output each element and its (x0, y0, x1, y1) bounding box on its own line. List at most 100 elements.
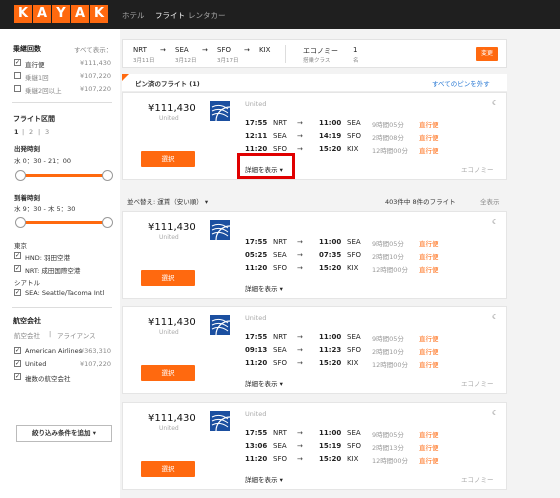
logo-letter: K (90, 5, 108, 23)
arrival-min-handle[interactable] (15, 217, 26, 228)
leg-origin-code: NRT (133, 46, 147, 54)
cabin-label: エコノミー (461, 380, 494, 388)
departure-time: 11:20 (245, 359, 268, 367)
origin-airport: SFO (273, 455, 287, 463)
arrow-right-icon: → (297, 145, 303, 153)
arrival-max-handle[interactable] (102, 217, 113, 228)
duration: 9時間05分 (372, 335, 404, 343)
departure-slider[interactable] (20, 174, 108, 177)
arrival-time: 11:23 (319, 346, 342, 354)
arrival-time: 15:19 (319, 442, 342, 450)
show-details-link[interactable]: 詳細を表示 ▾ (245, 283, 283, 293)
carrier-name: United (245, 100, 267, 108)
duration: 12時間00分 (372, 266, 409, 274)
seattle-title: シアトル (14, 279, 40, 287)
carrier-name: United (245, 410, 267, 418)
arrow-right-icon: → (297, 264, 303, 272)
logo-letter: A (71, 5, 89, 23)
leg-2-code: SEA (175, 46, 189, 54)
departure-time: 12:11 (245, 132, 268, 140)
result-card[interactable]: ¥111,430 United 選択 United ☾ 17:55 NRT → 11:00 SEA… (122, 402, 507, 490)
result-card[interactable]: ¥111,430 United 選択 ☾ 17:55 NRT → 11:00 SEA 9時間05分… (122, 211, 507, 299)
passenger-count: 1 (353, 46, 358, 54)
tokyo-title: 東京 (14, 242, 27, 250)
origin-airport: SFO (273, 264, 287, 272)
departure-time: 13:06 (245, 442, 268, 450)
departure-max-handle[interactable] (102, 170, 113, 181)
leg-separator: | (22, 128, 25, 136)
hnd-checkbox[interactable]: ✓ (14, 252, 21, 259)
arrival-time: 15:20 (319, 455, 342, 463)
nav-flights[interactable]: フライト (155, 10, 185, 21)
nrt-checkbox[interactable]: ✓ (14, 265, 21, 272)
nav-cars[interactable]: レンタカー (188, 10, 226, 21)
arrival-time: 14:19 (319, 132, 342, 140)
united-logo-icon (210, 220, 230, 240)
stops-two-price: ¥107,220 (80, 85, 112, 93)
show-details-link[interactable]: 詳細を表示 ▾ (245, 378, 283, 388)
pin-corner-icon (122, 74, 129, 81)
american-checkbox[interactable]: ✓ (14, 347, 21, 354)
unpin-all-link[interactable]: すべてのピンを外す (432, 78, 490, 88)
segment-row: 12:11 SEA → 14:19 SFO 2時間08分 直行便 (123, 132, 508, 142)
stops-show-all[interactable]: すべて表示： (74, 44, 112, 54)
nav-hotels[interactable]: ホテル (122, 10, 145, 21)
show-details-link[interactable]: 詳細を表示 ▾ (245, 474, 283, 484)
alliance-tab[interactable]: アライアンス (57, 330, 96, 340)
result-card[interactable]: ¥111,430 United 選択 United ☾ 17:55 NRT → 11:00 SEA… (122, 306, 507, 394)
divider (285, 45, 286, 63)
departure-time: 09:13 (245, 346, 268, 354)
destination-airport: SEA (347, 333, 361, 341)
stops-two-label: 乗継2回以上 (25, 87, 62, 95)
search-summary[interactable]: NRT 3月11日 → SEA 3月12日 → SFO 3月17日 → KIX … (122, 39, 507, 68)
departure-min-handle[interactable] (15, 170, 26, 181)
pinned-header: ピン済のフライト (1) すべてのピンを外す (122, 74, 507, 92)
departure-title: 出発時刻 (14, 145, 40, 153)
arrival-title: 到着時刻 (14, 194, 40, 202)
arrival-time: 11:00 (319, 119, 342, 127)
united-label: United (25, 360, 47, 368)
logo-letter: A (33, 5, 51, 23)
segment-row: 13:06 SEA → 15:19 SFO 2時間13分 直行便 (123, 442, 508, 452)
stops-two-checkbox[interactable] (14, 85, 21, 92)
segment-row: 11:20 SFO → 15:20 KIX 12時間00分 直行便 (123, 264, 508, 274)
arrival-slider[interactable] (20, 221, 108, 224)
nrt-label: NRT: 成田国際空港 (25, 267, 81, 275)
sea-checkbox[interactable]: ✓ (14, 289, 21, 296)
united-checkbox[interactable]: ✓ (14, 360, 21, 367)
add-filter-button[interactable]: 絞り込み条件を追加 ▾ (16, 425, 112, 442)
airlines-tab[interactable]: 航空会社 (14, 330, 40, 340)
arrow-right-icon: → (297, 119, 303, 127)
united-logo-icon (210, 101, 230, 121)
show-all-link[interactable]: 全表示 (480, 196, 500, 206)
arrival-time: 15:20 (319, 145, 342, 153)
destination-airport: SFO (347, 251, 361, 259)
add-filter-label: 絞り込み条件を追加 (31, 429, 91, 437)
departure-time: 17:55 (245, 238, 268, 246)
result-card[interactable]: ¥111,430 United 選択 United ☾ 17:55 NRT → 11:00 SEA… (122, 92, 507, 180)
sort-dropdown[interactable]: 並べ替え: 運賃（安い順） ▾ (127, 196, 208, 206)
leg-tab-1[interactable]: 1 (14, 128, 19, 136)
stops-one-label: 乗継1回 (25, 74, 49, 82)
kayak-logo[interactable]: K A Y A K (14, 5, 108, 23)
leg-tab-3[interactable]: 3 (45, 128, 49, 136)
leg-tab-2[interactable]: 2 (29, 128, 33, 136)
duration: 12時間00分 (372, 147, 409, 155)
cabin-label: エコノミー (461, 166, 494, 174)
arrow-right-icon: → (297, 251, 303, 259)
change-search-button[interactable]: 変更 (476, 47, 498, 61)
stop-type: 直行便 (419, 431, 439, 439)
leg-dest-code: KIX (259, 46, 271, 54)
arrow-right-icon: → (160, 46, 166, 54)
segment-row: 11:20 SFO → 15:20 KIX 12時間00分 直行便 (123, 455, 508, 465)
arrival-time: 11:00 (319, 238, 342, 246)
stops-one-checkbox[interactable] (14, 72, 21, 79)
stop-type: 直行便 (419, 361, 439, 369)
moon-icon: ☾ (492, 313, 499, 321)
departure-time: 05:25 (245, 251, 268, 259)
moon-icon: ☾ (492, 99, 499, 107)
origin-airport: NRT (273, 119, 287, 127)
multi-airline-checkbox[interactable]: ✓ (14, 373, 21, 380)
stops-direct-checkbox[interactable]: ✓ (14, 59, 21, 66)
destination-airport: KIX (347, 359, 359, 367)
